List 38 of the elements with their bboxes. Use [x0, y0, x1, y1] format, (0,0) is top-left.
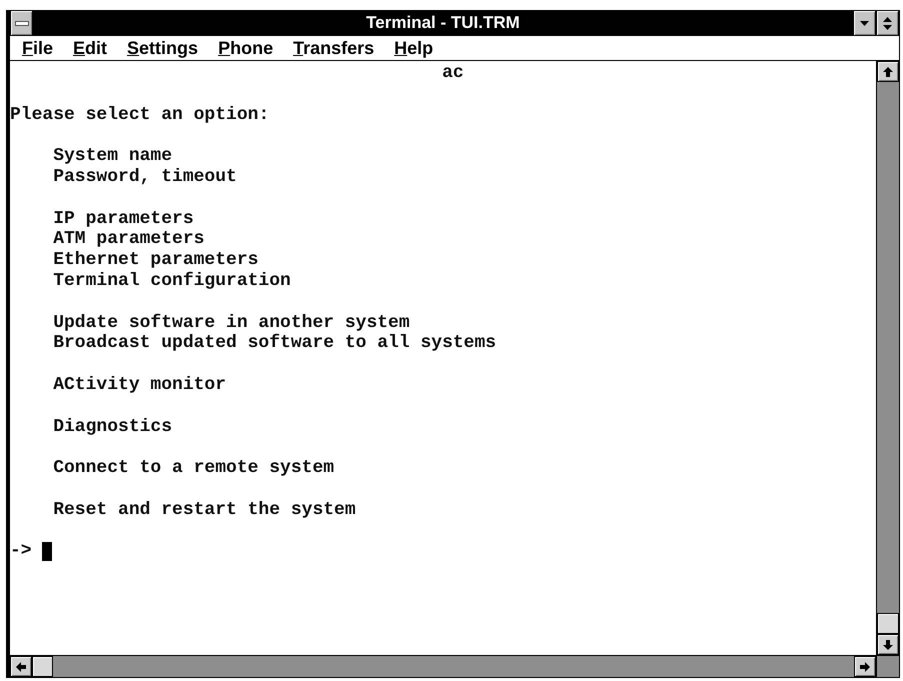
restore-button[interactable]: [876, 10, 899, 36]
scrollbar-thumb[interactable]: [877, 613, 899, 634]
scroll-left-button[interactable]: [10, 656, 32, 677]
menu-item[interactable]: Transfers: [285, 37, 382, 59]
menu-item[interactable]: Settings: [119, 37, 206, 59]
triangle-down-icon: [860, 20, 869, 26]
window-title: Terminal - TUI.TRM: [366, 13, 520, 33]
menu-option: Ethernet parameters: [53, 250, 258, 271]
menu-item[interactable]: File: [14, 37, 62, 59]
menu-option: Diagnostics: [53, 416, 172, 438]
system-menu-button[interactable]: [10, 10, 33, 36]
arrow-up-icon: [883, 66, 893, 76]
menu-option: IP parameters: [53, 208, 194, 230]
menu-option: Reset and restart the system: [53, 500, 356, 521]
menu-item[interactable]: Phone: [210, 37, 282, 59]
arrow-right-icon: [860, 662, 870, 672]
menu-option: Update software in another system: [53, 312, 410, 334]
terminal-header: ac: [442, 63, 464, 84]
menu-item[interactable]: Edit: [65, 37, 116, 59]
menu-option: ATM parameters: [53, 229, 204, 250]
prompt-text: ->: [10, 541, 32, 562]
scroll-up-button[interactable]: [877, 61, 899, 82]
menu-option: System name: [53, 146, 172, 167]
up-down-triangles-icon: [883, 16, 892, 30]
menu-option: Password, timeout: [53, 166, 237, 188]
scroll-right-button[interactable]: [854, 656, 876, 677]
instruction-text: Please select an option:: [10, 104, 270, 126]
menu-item[interactable]: Help: [386, 37, 442, 59]
minimize-button[interactable]: [853, 10, 876, 36]
menu-option: Terminal configuration: [53, 270, 291, 292]
menu-option: Connect to a remote system: [53, 458, 334, 479]
scrollbar-thumb[interactable]: [32, 656, 53, 677]
menu-option: ACtivity monitor: [53, 374, 226, 396]
dash-icon: [14, 20, 28, 26]
scroll-down-button[interactable]: [877, 634, 899, 655]
arrow-left-icon: [16, 662, 26, 672]
arrow-down-icon: [883, 640, 893, 650]
menu-option: Broadcast updated software to all systems: [53, 333, 496, 354]
